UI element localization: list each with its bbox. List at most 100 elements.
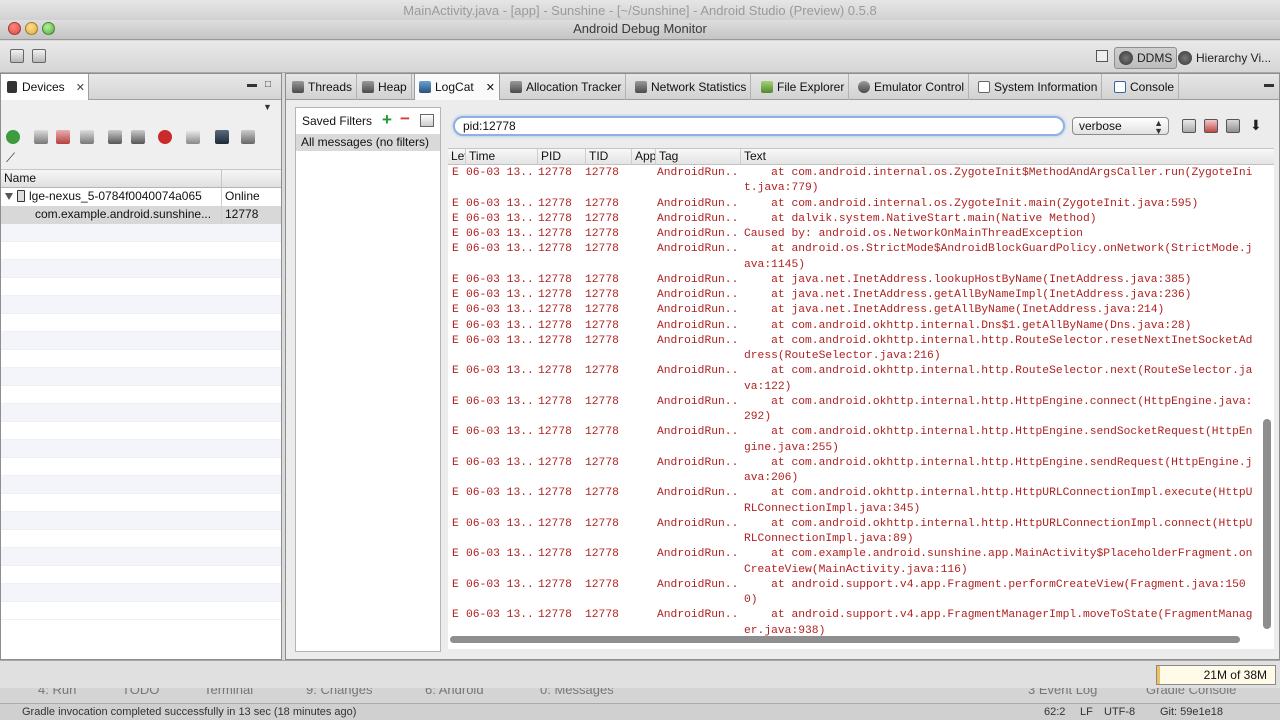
perspective-ddms[interactable]: DDMS [1114, 47, 1178, 69]
tool-window-terminal[interactable]: Terminal [204, 688, 253, 697]
process-row[interactable]: com.example.android.sunshine... 12778 [1, 206, 281, 224]
horizontal-scrollbar[interactable] [450, 636, 1240, 643]
tool-window-run[interactable]: 4: Run [38, 688, 76, 697]
status-line-separator[interactable]: LF [1080, 706, 1093, 718]
trace-icon[interactable]: ⟋ [6, 150, 15, 166]
save-device-icon[interactable] [32, 49, 46, 63]
logcat-search-input[interactable] [453, 116, 1065, 136]
log-row[interactable]: E 06-03 13... 12778 12778 AndroidRun... at c… [448, 517, 1274, 548]
open-perspective-icon[interactable] [1096, 50, 1108, 62]
tool-window-gradle-console[interactable]: Gradle Console [1146, 688, 1236, 697]
tab-network-statistics[interactable]: Network Statistics [631, 74, 752, 100]
status-vcs[interactable]: Git: 59e1e18 [1160, 706, 1223, 718]
column-tid[interactable]: TID [586, 149, 632, 165]
device-row[interactable]: lge-nexus_5-0784f0040074a065 Online [1, 188, 281, 206]
status-encoding[interactable]: UTF-8 [1104, 706, 1135, 718]
column-tag[interactable]: Tag [656, 149, 741, 165]
screen-capture-icon[interactable] [186, 130, 200, 144]
tab-logcat[interactable]: LogCat ✕ [414, 74, 500, 100]
log-row[interactable]: E 06-03 13... 12778 12778 AndroidRun... at c… [448, 486, 1274, 517]
remove-filter-icon[interactable]: − [400, 109, 410, 129]
perspective-hierarchy-viewer[interactable]: Hierarchy Vi... [1174, 47, 1275, 69]
column-text[interactable]: Text [741, 149, 1274, 165]
stop-process-icon[interactable] [158, 130, 172, 144]
perspective-hierarchy-label: Hierarchy Vi... [1196, 51, 1272, 65]
log-row[interactable]: E 06-03 13... 12778 12778 AndroidRun... at j… [448, 273, 1274, 288]
column-name[interactable]: Name [1, 170, 222, 187]
systrace-icon[interactable] [241, 130, 255, 144]
view-menu-icon[interactable]: ▼ [263, 102, 272, 112]
tab-file-explorer[interactable]: File Explorer [757, 74, 850, 100]
collapse-icon[interactable] [5, 193, 13, 200]
clear-log-icon[interactable] [1204, 119, 1218, 133]
log-row[interactable]: E 06-03 13... 12778 12778 AndroidRun... at c… [448, 334, 1274, 365]
dump-view-hierarchy-icon[interactable] [215, 130, 229, 144]
log-row[interactable]: E 06-03 13... 12778 12778 AndroidRun... at c… [448, 425, 1274, 456]
minimize-view-icon[interactable]: ▬ [247, 79, 257, 90]
column-status[interactable] [222, 170, 225, 187]
start-method-profiling-icon[interactable] [131, 130, 145, 144]
save-log-icon[interactable] [1182, 119, 1196, 133]
log-row[interactable]: E 06-03 13... 12778 12778 AndroidRun... at a… [448, 608, 1274, 639]
minimize-window-button[interactable] [25, 22, 38, 35]
log-pid: 12778 [538, 517, 572, 530]
status-message: Gradle invocation completed successfully… [22, 706, 357, 718]
tab-allocation-tracker[interactable]: Allocation Tracker [506, 74, 627, 100]
add-filter-icon[interactable]: + [382, 110, 392, 130]
debug-process-icon[interactable] [6, 130, 20, 144]
log-level-select[interactable]: verbose ▲ ▼ [1072, 117, 1169, 136]
update-heap-icon[interactable] [34, 130, 48, 144]
tab-threads[interactable]: Threads [288, 74, 358, 100]
log-row[interactable]: E 06-03 13... 12778 12778 AndroidRun... at a… [448, 242, 1274, 273]
tab-heap[interactable]: Heap [358, 74, 412, 100]
cause-gc-icon[interactable] [80, 130, 94, 144]
log-row[interactable]: E 06-03 13... 12778 12778 AndroidRun... at d… [448, 212, 1274, 227]
status-position[interactable]: 62:2 [1044, 706, 1065, 718]
log-row[interactable]: E 06-03 13... 12778 12778 AndroidRun... at c… [448, 456, 1274, 487]
log-row[interactable]: E 06-03 13... 12778 12778 AndroidRun... at c… [448, 364, 1274, 395]
tool-window-android[interactable]: 6: Android [425, 688, 484, 697]
log-row[interactable]: E 06-03 13... 12778 12778 AndroidRun... at c… [448, 547, 1274, 578]
maximize-view-icon[interactable]: □ [265, 79, 271, 90]
log-time: 06-03 13... [466, 609, 536, 622]
edit-filter-icon[interactable] [420, 114, 434, 127]
log-row[interactable]: E 06-03 13... 12778 12778 AndroidRun... Cause… [448, 227, 1274, 242]
column-time[interactable]: Time [466, 149, 538, 165]
install-apk-icon[interactable] [10, 49, 24, 63]
minimize-view-icon[interactable]: ▬ [1264, 79, 1274, 90]
log-row[interactable]: E 06-03 13... 12778 12778 AndroidRun... at c… [448, 319, 1274, 334]
log-row[interactable]: E 06-03 13... 12778 12778 AndroidRun... at j… [448, 288, 1274, 303]
close-icon[interactable]: ✕ [76, 81, 85, 94]
column-level[interactable]: Lev [448, 149, 466, 165]
log-row[interactable]: E 06-03 13... 12778 12778 AndroidRun... at c… [448, 197, 1274, 212]
tab-emulator-control[interactable]: Emulator Control [854, 74, 970, 100]
toggle-columns-icon[interactable] [1226, 119, 1240, 133]
update-threads-icon[interactable] [108, 130, 122, 144]
log-level: E [452, 228, 459, 240]
empty-rows [1, 224, 281, 620]
tab-devices[interactable]: Devices ✕ [1, 74, 89, 100]
log-row[interactable]: E 06-03 13... 12778 12778 AndroidRun... at c… [448, 166, 1274, 197]
dump-hprof-icon[interactable] [56, 130, 70, 144]
filter-item-all[interactable]: All messages (no filters) [296, 134, 440, 151]
threads-icon [292, 81, 304, 93]
close-window-button[interactable] [8, 22, 21, 35]
close-icon[interactable]: ✕ [486, 81, 495, 94]
tool-window-event-log[interactable]: 3 Event Log [1028, 688, 1097, 697]
log-time: 06-03 13... [466, 289, 536, 301]
tab-system-information[interactable]: System Information [974, 74, 1103, 100]
memory-indicator[interactable]: 21M of 38M [1156, 665, 1276, 685]
scroll-lock-icon[interactable]: ⬇ [1250, 117, 1262, 134]
log-row[interactable]: E 06-03 13... 12778 12778 AndroidRun... at j… [448, 303, 1274, 318]
log-text: at java.net.InetAddress.getAllByName(Ine… [744, 304, 1165, 317]
log-row[interactable]: E 06-03 13... 12778 12778 AndroidRun... at a… [448, 578, 1274, 609]
tool-window-messages[interactable]: 0: Messages [540, 688, 614, 697]
column-pid[interactable]: PID [538, 149, 586, 165]
tool-window-todo[interactable]: TODO [122, 688, 159, 697]
tool-window-changes[interactable]: 9: Changes [306, 688, 373, 697]
vertical-scrollbar[interactable] [1263, 419, 1271, 629]
tab-console[interactable]: Console [1110, 74, 1180, 100]
log-row[interactable]: E 06-03 13... 12778 12778 AndroidRun... at c… [448, 395, 1274, 426]
zoom-window-button[interactable] [42, 22, 55, 35]
column-app[interactable]: App [632, 149, 656, 165]
